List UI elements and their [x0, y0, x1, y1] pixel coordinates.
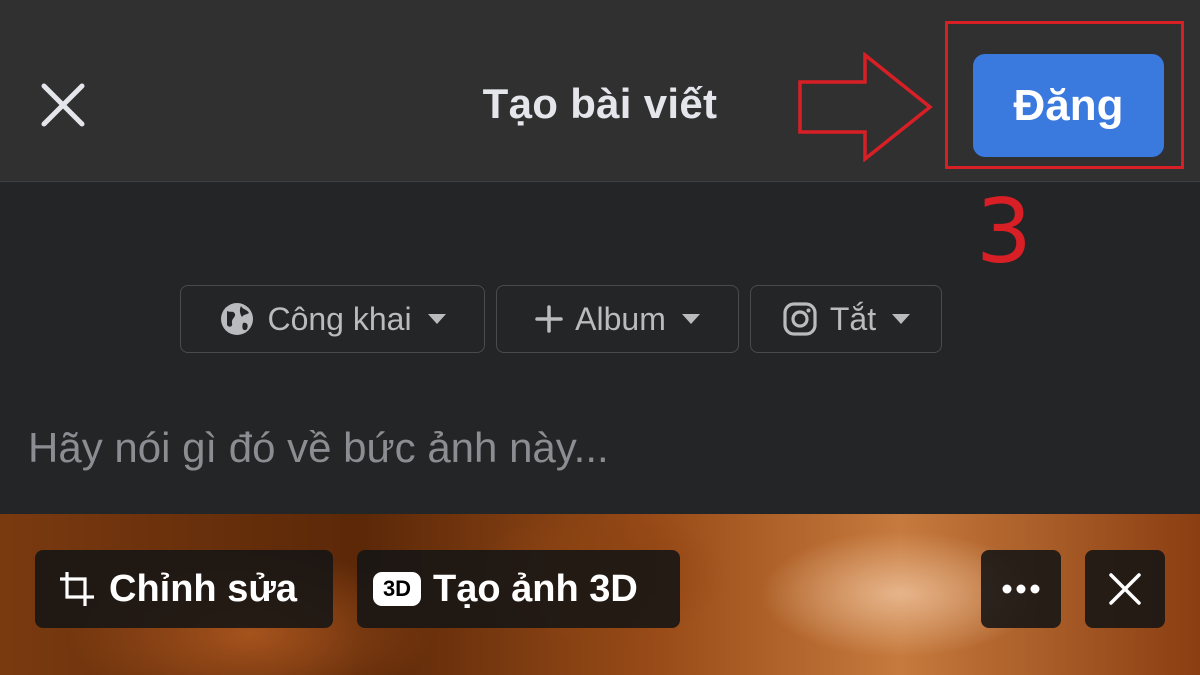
album-selector[interactable]: Album — [496, 285, 739, 353]
more-options-button[interactable] — [981, 550, 1061, 628]
caret-down-icon — [427, 314, 446, 324]
edit-label: Chỉnh sửa — [109, 567, 297, 610]
privacy-selector[interactable]: Công khai — [180, 285, 485, 353]
caption-input[interactable]: Hãy nói gì đó về bức ảnh này... — [28, 424, 609, 472]
photo-preview: Chỉnh sửa 3D Tạo ảnh 3D — [0, 514, 1200, 675]
globe-icon — [221, 303, 254, 335]
create-3d-label: Tạo ảnh 3D — [433, 567, 638, 610]
remove-photo-button[interactable] — [1085, 550, 1165, 628]
crop-icon — [60, 572, 94, 606]
close-icon — [1109, 573, 1141, 605]
step-number: 3 — [976, 180, 1032, 283]
instagram-selector[interactable]: Tắt — [750, 285, 942, 353]
highlight-box — [945, 21, 1184, 169]
plus-icon — [535, 305, 563, 333]
more-icon — [1002, 584, 1040, 594]
edit-photo-button[interactable]: Chỉnh sửa — [35, 550, 333, 628]
instagram-icon — [783, 302, 817, 336]
privacy-label: Công khai — [267, 300, 412, 337]
pointer-arrow-icon — [798, 52, 933, 162]
audience-chips: Công khai Album Tắt — [0, 285, 1200, 355]
create-3d-button[interactable]: 3D Tạo ảnh 3D — [357, 550, 680, 628]
caret-down-icon — [681, 314, 700, 324]
caret-down-icon — [892, 314, 911, 324]
instagram-label: Tắt — [829, 300, 877, 337]
album-label: Album — [575, 300, 666, 337]
3d-icon: 3D — [373, 572, 421, 606]
